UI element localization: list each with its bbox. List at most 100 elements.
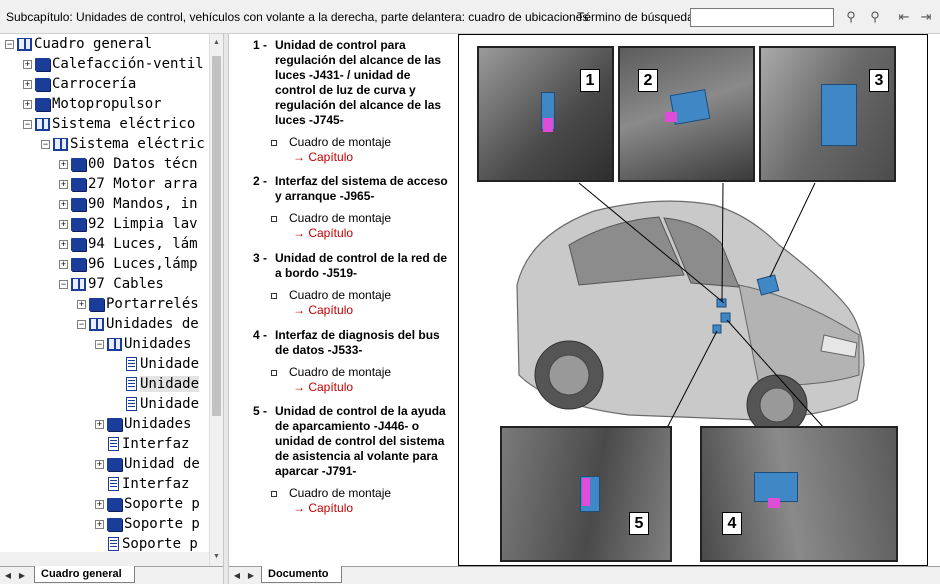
tree-item[interactable]: − Unidades — [95, 334, 191, 354]
book-icon — [107, 497, 122, 511]
tree-item[interactable]: Soporte p — [108, 534, 198, 552]
item-sub: Cuadro de montaje — [289, 288, 392, 302]
collapse-icon[interactable]: − — [95, 339, 104, 349]
tree-item[interactable]: + Soporte p — [95, 514, 200, 534]
tree-item[interactable]: −97 Cables — [59, 274, 164, 294]
document-panel: 1 - Unidad de control para regulación del… — [229, 34, 940, 566]
book-icon — [35, 77, 50, 91]
expand-icon[interactable]: + — [59, 219, 68, 229]
collapse-icon[interactable]: − — [23, 119, 32, 129]
expand-icon[interactable]: + — [95, 519, 104, 529]
item-sub: Cuadro de montaje — [289, 365, 392, 379]
tree-item[interactable]: +27 Motor arra — [59, 174, 198, 194]
tree-item[interactable]: Unidade — [126, 394, 199, 414]
chapter-link[interactable]: → Capítulo — [293, 380, 453, 395]
chapter-link[interactable]: → Capítulo — [293, 501, 453, 516]
open-book-icon — [71, 277, 86, 291]
collapse-icon[interactable]: − — [5, 39, 14, 49]
open-book-icon — [35, 117, 50, 131]
tree-item[interactable]: +90 Mandos, in — [59, 194, 198, 214]
item-title: Unidad de control de la red de a bordo -… — [275, 251, 448, 280]
expand-icon[interactable]: + — [95, 419, 104, 429]
tree-item[interactable]: Unidade — [126, 374, 200, 394]
collapse-icon[interactable]: − — [77, 319, 86, 329]
expand-icon[interactable]: + — [95, 459, 104, 469]
expand-icon[interactable]: + — [23, 59, 32, 69]
item-title: Unidad de control para regulación del al… — [275, 38, 442, 127]
book-icon — [107, 417, 122, 431]
tab-documento[interactable]: Documento — [261, 566, 342, 583]
book-icon — [71, 197, 86, 211]
expand-all-icon[interactable]: ⇤ — [893, 6, 915, 28]
book-icon — [71, 237, 86, 251]
scroll-down-icon[interactable]: ▼ — [210, 550, 223, 564]
tab-prev-icon[interactable]: ◀ — [2, 569, 14, 582]
collapse-all-icon[interactable]: ⇥ — [915, 6, 937, 28]
expand-icon[interactable]: + — [59, 199, 68, 209]
tree-item[interactable]: + Motopropulsor — [23, 94, 162, 114]
tab-prev-icon[interactable]: ◀ — [231, 569, 243, 582]
tree-item[interactable]: Unidade — [126, 354, 199, 374]
search-up-icon[interactable]: ⚲ — [840, 6, 862, 28]
book-icon — [71, 157, 86, 171]
expand-icon[interactable]: + — [59, 259, 68, 269]
tree-item[interactable]: Interfaz — [108, 434, 189, 454]
highlight-component-2 — [716, 298, 727, 308]
chapter-link[interactable]: → Capítulo — [293, 150, 453, 165]
tab-next-icon[interactable]: ▶ — [245, 569, 257, 582]
callout-label: 4 — [722, 512, 742, 535]
open-book-icon — [89, 317, 104, 331]
tree-item[interactable]: + Unidad de — [95, 454, 200, 474]
collapse-icon[interactable]: − — [59, 279, 68, 289]
tree-item[interactable]: − Unidades de — [77, 314, 199, 334]
tab-cuadro-general[interactable]: Cuadro general — [34, 566, 135, 583]
item-title: Interfaz de diagnosis del bus de datos -… — [275, 328, 440, 357]
tree-scrollbar[interactable]: ▲ ▼ — [209, 34, 223, 566]
search-down-icon[interactable]: ⚲ — [864, 6, 886, 28]
collapse-icon[interactable]: − — [41, 139, 50, 149]
expand-icon[interactable]: + — [59, 179, 68, 189]
list-item: 4 - Interfaz de diagnosis del bus de dato… — [253, 328, 453, 395]
tree-panel: − Cuadro general + Calefacción-ventil + Car… — [0, 34, 209, 552]
chapter-link[interactable]: → Capítulo — [293, 303, 453, 318]
chapter-link[interactable]: → Capítulo — [293, 226, 453, 241]
tree-item[interactable]: + Carrocería — [23, 74, 136, 94]
tree-item[interactable]: +96 Luces,lámp — [59, 254, 198, 274]
scroll-up-icon[interactable]: ▲ — [210, 36, 223, 50]
expand-icon[interactable]: + — [23, 79, 32, 89]
tree-item[interactable]: − Sistema eléctrico — [23, 114, 195, 134]
expand-icon[interactable]: + — [59, 239, 68, 249]
bullet-icon — [271, 215, 277, 222]
list-item: 2 - Interfaz del sistema de acceso y arra… — [253, 174, 453, 241]
expand-icon[interactable]: + — [95, 499, 104, 509]
item-number: 4 - — [253, 328, 268, 342]
selected-tree-label: Unidade — [140, 376, 200, 392]
list-item: 5 - Unidad de control de la ayuda de apar… — [253, 404, 453, 516]
detail-image-5 — [500, 426, 672, 562]
tree-item[interactable]: Interfaz — [108, 474, 189, 494]
scroll-thumb[interactable] — [212, 56, 221, 416]
tree-item[interactable]: + Unidades — [95, 414, 191, 434]
tree-item[interactable]: +00 Datos técn — [59, 154, 198, 174]
search-input[interactable] — [690, 8, 834, 27]
tree-item[interactable]: − Sistema eléctric — [41, 134, 205, 154]
bullet-icon — [271, 139, 277, 146]
callout-label: 5 — [629, 512, 649, 535]
callout-label: 3 — [869, 69, 889, 92]
item-number: 3 - — [253, 251, 268, 265]
tab-next-icon[interactable]: ▶ — [16, 569, 28, 582]
expand-icon[interactable]: + — [23, 99, 32, 109]
tree-horizontal-scrollbar[interactable] — [0, 552, 209, 566]
expand-icon[interactable]: + — [77, 299, 86, 309]
expand-icon[interactable]: + — [59, 159, 68, 169]
bullet-icon — [271, 490, 277, 497]
tree-item[interactable]: + Soporte p — [95, 494, 200, 514]
document-icon — [126, 357, 137, 371]
tree-item[interactable]: +92 Limpia lav — [59, 214, 198, 234]
detail-image-2 — [618, 46, 755, 182]
tree-item[interactable]: − Cuadro general — [5, 34, 152, 54]
tree-item[interactable]: +94 Luces, lám — [59, 234, 198, 254]
subchapter-title: Subcapítulo: Unidades de control, vehícu… — [6, 10, 589, 24]
tree-item[interactable]: + Calefacción-ventil — [23, 54, 204, 74]
tree-item[interactable]: + Portarrelés — [77, 294, 199, 314]
